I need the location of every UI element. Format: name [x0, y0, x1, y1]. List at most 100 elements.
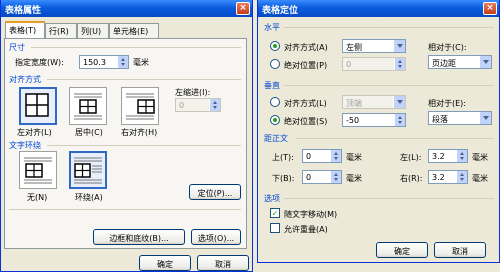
ok-button[interactable]: 确定	[376, 242, 428, 258]
buttons-separator	[9, 209, 241, 210]
table-positioning-dialog: 表格定位 × 水平 对齐方式(A) 左侧 相对于(C): 绝对位置(P) 0 页…	[257, 0, 500, 263]
h-abs-label: 绝对位置(P)	[284, 61, 328, 70]
v-relative-value: 段落	[432, 115, 448, 124]
align-right-label: 右对齐(H)	[121, 128, 158, 137]
align-center-label: 居中(C)	[75, 128, 103, 137]
align-left-icon	[25, 93, 49, 117]
bottom-distance-spinner[interactable]	[330, 171, 341, 183]
table-positioning-title: 表格定位	[258, 0, 499, 17]
left-distance-value: 3.2	[432, 152, 445, 161]
alignment-separator	[47, 79, 241, 80]
wrap-around-icon	[74, 157, 102, 184]
size-separator	[31, 47, 241, 48]
v-abs-label: 绝对位置(S)	[284, 117, 328, 126]
close-icon[interactable]: ×	[483, 2, 497, 15]
left-distance-label: 左(L):	[400, 153, 422, 162]
v-align-value: 顶端	[346, 99, 362, 108]
align-left-label: 左对齐(L)	[17, 128, 52, 137]
v-abs-value: -50	[346, 116, 360, 125]
align-center-option[interactable]	[69, 87, 107, 125]
alignment-section-label: 对齐方式	[9, 75, 41, 84]
v-relative-select[interactable]: 段落	[428, 111, 492, 125]
h-abs-value: 0	[346, 60, 352, 69]
h-relative-label: 相对于(C):	[428, 43, 467, 52]
cancel-button[interactable]: 取消	[434, 242, 486, 258]
allow-overlap-checkbox[interactable]	[270, 223, 280, 233]
v-abs-radio[interactable]	[270, 115, 280, 125]
left-distance-field[interactable]: 3.2	[428, 149, 468, 163]
v-abs-spinner[interactable]	[394, 114, 405, 126]
wrap-none-label: 无(N)	[27, 193, 48, 202]
indent-label: 左缩进(I):	[175, 88, 211, 97]
h-abs-radio[interactable]	[270, 59, 280, 69]
h-align-radio[interactable]	[270, 41, 280, 51]
h-abs-spinner[interactable]	[394, 58, 405, 70]
h-align-value: 左侧	[346, 43, 362, 52]
wrap-around-label: 环绕(A)	[75, 193, 103, 202]
vertical-separator	[284, 85, 494, 86]
v-align-label: 对齐方式(L)	[284, 99, 327, 108]
left-distance-spinner[interactable]	[456, 150, 467, 162]
h-align-select[interactable]: 左侧	[342, 39, 406, 53]
table-properties-dialog: 表格属性 × 表格(T) 行(R) 列(U) 单元格(E) 尺寸 指定宽度(W)…	[0, 0, 253, 272]
positioning-button[interactable]: 定位(P)...	[189, 184, 241, 200]
v-align-radio[interactable]	[270, 97, 280, 107]
right-distance-value: 3.2	[432, 173, 445, 182]
close-icon[interactable]: ×	[236, 2, 250, 15]
table-properties-title: 表格属性	[1, 0, 252, 17]
preferred-width-field[interactable]: 150.3	[79, 55, 129, 69]
align-right-option[interactable]	[121, 87, 159, 125]
tab-row[interactable]: 行(R)	[45, 23, 77, 38]
chevron-down-icon[interactable]	[479, 56, 491, 68]
ok-button[interactable]: 确定	[139, 255, 191, 271]
table-tab-panel: 尺寸 指定宽度(W): 150.3 毫米 对齐方式 左对齐(L) 居中(C) 右…	[4, 38, 247, 249]
options-section-label: 选项	[264, 194, 280, 203]
v-abs-field[interactable]: -50	[342, 113, 406, 127]
align-right-icon	[126, 93, 155, 120]
top-distance-label: 上(T):	[272, 153, 294, 162]
wrap-none-option[interactable]	[19, 151, 57, 189]
bottom-distance-unit: 毫米	[346, 174, 362, 183]
chevron-down-icon[interactable]	[479, 112, 491, 124]
top-distance-unit: 毫米	[346, 153, 362, 162]
size-section-label: 尺寸	[9, 43, 25, 52]
borders-shading-button[interactable]: 边框和底纹(B)...	[93, 229, 185, 245]
cancel-button[interactable]: 取消	[197, 255, 249, 271]
horizontal-section-label: 水平	[264, 23, 280, 32]
v-align-select[interactable]: 顶端	[342, 95, 406, 109]
indent-value: 0	[179, 101, 185, 110]
tab-table[interactable]: 表格(T)	[5, 21, 45, 38]
h-align-label: 对齐方式(A)	[284, 43, 328, 52]
indent-field[interactable]: 0	[175, 98, 221, 112]
wrap-none-icon	[24, 157, 52, 184]
wrap-around-option[interactable]	[69, 151, 107, 189]
tab-column[interactable]: 列(U)	[77, 23, 109, 38]
move-with-text-checkbox[interactable]: ✓	[270, 208, 280, 218]
wrap-separator	[47, 145, 241, 146]
chevron-down-icon[interactable]	[393, 96, 405, 108]
right-distance-spinner[interactable]	[456, 171, 467, 183]
h-abs-field[interactable]: 0	[342, 57, 406, 71]
top-distance-spinner[interactable]	[330, 150, 341, 162]
horizontal-separator	[284, 27, 494, 28]
bottom-distance-label: 下(B):	[272, 174, 295, 183]
h-relative-select[interactable]: 页边距	[428, 55, 492, 69]
align-left-option[interactable]	[19, 87, 57, 125]
indent-spinner[interactable]	[209, 99, 220, 111]
options-separator	[284, 198, 494, 199]
top-distance-field[interactable]: 0	[302, 149, 342, 163]
bottom-distance-value: 0	[306, 173, 312, 182]
preferred-width-unit: 毫米	[133, 58, 149, 67]
left-distance-unit: 毫米	[472, 153, 488, 162]
chevron-down-icon[interactable]	[393, 40, 405, 52]
wrap-section-label: 文字环绕	[9, 141, 41, 150]
preferred-width-spinner[interactable]	[117, 56, 128, 68]
bottom-distance-field[interactable]: 0	[302, 170, 342, 184]
tab-cell[interactable]: 单元格(E)	[109, 23, 159, 38]
preferred-width-value: 150.3	[83, 58, 106, 67]
options-button[interactable]: 选项(O)...	[191, 229, 241, 245]
top-distance-value: 0	[306, 152, 312, 161]
distance-separator	[296, 138, 494, 139]
right-distance-field[interactable]: 3.2	[428, 170, 468, 184]
right-distance-unit: 毫米	[472, 174, 488, 183]
